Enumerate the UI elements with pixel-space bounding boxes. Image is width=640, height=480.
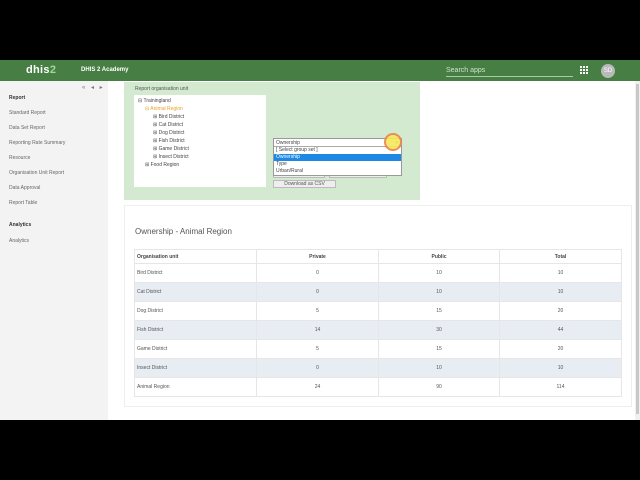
- tree-node[interactable]: ⊟ Trainingland: [138, 97, 262, 105]
- sidebar-item-data-approval[interactable]: Data Approval: [9, 185, 40, 191]
- table-cell: 0: [256, 358, 379, 378]
- table-row: Game District 5 15 20: [134, 339, 622, 359]
- top-bar: dhis2 DHIS 2 Academy Search apps SD: [0, 60, 640, 81]
- tree-node[interactable]: ⊞ Insect District: [138, 153, 262, 161]
- table-cell: 90: [378, 377, 500, 397]
- scrollbar-thumb[interactable]: [636, 84, 639, 414]
- table-cell: 10: [378, 358, 500, 378]
- tree-node-selected[interactable]: ⊟ Animal Region: [138, 105, 262, 113]
- table-cell: 5: [256, 301, 379, 321]
- org-unit-label: Report organisation unit: [135, 86, 189, 92]
- column-header: Total: [499, 249, 622, 264]
- tree-node[interactable]: ⊞ Dog District: [138, 129, 262, 137]
- column-header: Public: [378, 249, 500, 264]
- table-cell: 24: [256, 377, 379, 397]
- table-cell: Game District: [134, 339, 257, 359]
- group-set-select[interactable]: Ownership▾ [ Select group set ] Ownershi…: [273, 138, 402, 176]
- table-cell: 20: [499, 339, 622, 359]
- table-cell: Fish District: [134, 320, 257, 340]
- dropdown-option[interactable]: Urban/Rural: [274, 168, 401, 175]
- table-cell: Bird District: [134, 263, 257, 283]
- tree-node[interactable]: ⊞ Game District: [138, 145, 262, 153]
- sidebar-item-resource[interactable]: Resource: [9, 155, 30, 161]
- sidebar-heading-analytics: Analytics: [9, 222, 32, 228]
- table-cell: 44: [499, 320, 622, 340]
- sidebar: « ◂ ▸ Report Standard Report Data Set Re…: [0, 81, 108, 420]
- table-cell: 10: [499, 358, 622, 378]
- apps-grid-icon[interactable]: [580, 66, 588, 74]
- table-cell: 5: [256, 339, 379, 359]
- table-row: Dog District 5 15 20: [134, 301, 622, 321]
- table-cell: 10: [378, 263, 500, 283]
- dropdown-option[interactable]: [ Select group set ]: [274, 147, 401, 154]
- sidebar-item-data-set-report[interactable]: Data Set Report: [9, 125, 45, 131]
- sidebar-item-standard-report[interactable]: Standard Report: [9, 110, 46, 116]
- table-cell: 14: [256, 320, 379, 340]
- table-cell: 30: [378, 320, 500, 340]
- search-apps-input[interactable]: Search apps: [446, 64, 573, 77]
- table-cell: 0: [256, 263, 379, 283]
- sidebar-nav-icons[interactable]: « ◂ ▸: [82, 84, 105, 91]
- table-row: Bird District 0 10 10: [134, 263, 622, 283]
- dropdown-option[interactable]: Type: [274, 161, 401, 168]
- table-cell: Animal Region: [134, 377, 257, 397]
- mouse-cursor-highlight-icon: [384, 133, 402, 151]
- tree-node[interactable]: ⊞ Bird District: [138, 113, 262, 121]
- table-cell: 15: [378, 301, 500, 321]
- sidebar-item-analytics[interactable]: Analytics: [9, 238, 29, 244]
- table-row: Animal Region 24 90 114: [134, 377, 622, 397]
- tree-node[interactable]: ⊞ Cat District: [138, 121, 262, 129]
- table-row: Insect District 0 10 10: [134, 358, 622, 378]
- table-cell: Insect District: [134, 358, 257, 378]
- logo-suffix: 2: [49, 64, 57, 76]
- table-row: Fish District 14 30 44: [134, 320, 622, 340]
- instance-name: DHIS 2 Academy: [81, 67, 129, 73]
- report-title: Ownership - Animal Region: [135, 227, 232, 236]
- tree-node[interactable]: ⊞ Fish District: [138, 137, 262, 145]
- scrollbar[interactable]: [635, 81, 640, 420]
- sidebar-item-org-unit-report[interactable]: Organisation Unit Report: [9, 170, 64, 176]
- download-csv-button[interactable]: Download as CSV: [273, 180, 336, 188]
- dropdown-option-highlighted[interactable]: Ownership: [274, 154, 401, 161]
- table-cell: 10: [499, 263, 622, 283]
- table-cell: Cat District: [134, 282, 257, 302]
- report-parameters-panel: Report organisation unit ⊟ Trainingland …: [124, 82, 420, 200]
- group-set-current[interactable]: Ownership▾: [274, 139, 401, 147]
- table-cell: 15: [378, 339, 500, 359]
- column-header: Private: [256, 249, 379, 264]
- sidebar-item-reporting-rate-summary[interactable]: Reporting Rate Summary: [9, 140, 65, 146]
- table-cell: Dog District: [134, 301, 257, 321]
- column-header: Organisation unit: [134, 249, 257, 264]
- report-table: Organisation unit Private Public Total B…: [134, 249, 622, 397]
- avatar[interactable]: SD: [601, 64, 615, 78]
- tree-node[interactable]: ⊞ Food Region: [138, 161, 262, 169]
- table-header-row: Organisation unit Private Public Total: [134, 249, 622, 264]
- sidebar-heading-report: Report: [9, 95, 26, 101]
- table-cell: 20: [499, 301, 622, 321]
- table-cell: 10: [378, 282, 500, 302]
- report-results-panel: Ownership - Animal Region Organisation u…: [124, 205, 632, 407]
- dhis2-logo[interactable]: dhis2: [26, 64, 56, 76]
- table-row: Cat District 0 10 10: [134, 282, 622, 302]
- table-cell: 0: [256, 282, 379, 302]
- logo-text: dhis: [26, 64, 50, 76]
- org-unit-tree: ⊟ Trainingland ⊟ Animal Region ⊞ Bird Di…: [134, 95, 266, 187]
- select-value: Ownership: [276, 140, 300, 146]
- sidebar-item-report-table[interactable]: Report Table: [9, 200, 37, 206]
- table-cell: 10: [499, 282, 622, 302]
- screen: dhis2 DHIS 2 Academy Search apps SD « ◂ …: [0, 60, 640, 420]
- table-cell: 114: [499, 377, 622, 397]
